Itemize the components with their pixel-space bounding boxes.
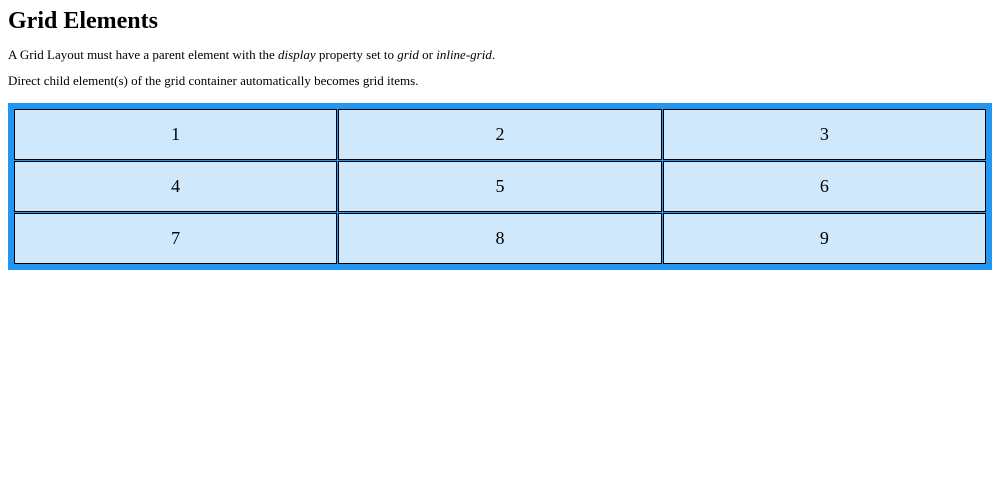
italic-inline-grid: inline-grid bbox=[436, 47, 492, 62]
text-part: property set to bbox=[316, 47, 398, 62]
grid-item: 4 bbox=[14, 161, 337, 212]
text-part: or bbox=[419, 47, 436, 62]
page-title: Grid Elements bbox=[8, 8, 992, 35]
italic-grid: grid bbox=[397, 47, 419, 62]
text-part: . bbox=[492, 47, 495, 62]
grid-item: 5 bbox=[338, 161, 661, 212]
grid-container: 1 2 3 4 5 6 7 8 9 bbox=[8, 103, 992, 270]
grid-item: 6 bbox=[663, 161, 986, 212]
grid-item: 7 bbox=[14, 213, 337, 264]
grid-item: 2 bbox=[338, 109, 661, 160]
text-part: A Grid Layout must have a parent element… bbox=[8, 47, 278, 62]
grid-item: 3 bbox=[663, 109, 986, 160]
description-paragraph-2: Direct child element(s) of the grid cont… bbox=[8, 73, 992, 89]
grid-item: 9 bbox=[663, 213, 986, 264]
description-paragraph-1: A Grid Layout must have a parent element… bbox=[8, 47, 992, 63]
grid-item: 8 bbox=[338, 213, 661, 264]
grid-item: 1 bbox=[14, 109, 337, 160]
italic-display: display bbox=[278, 47, 316, 62]
